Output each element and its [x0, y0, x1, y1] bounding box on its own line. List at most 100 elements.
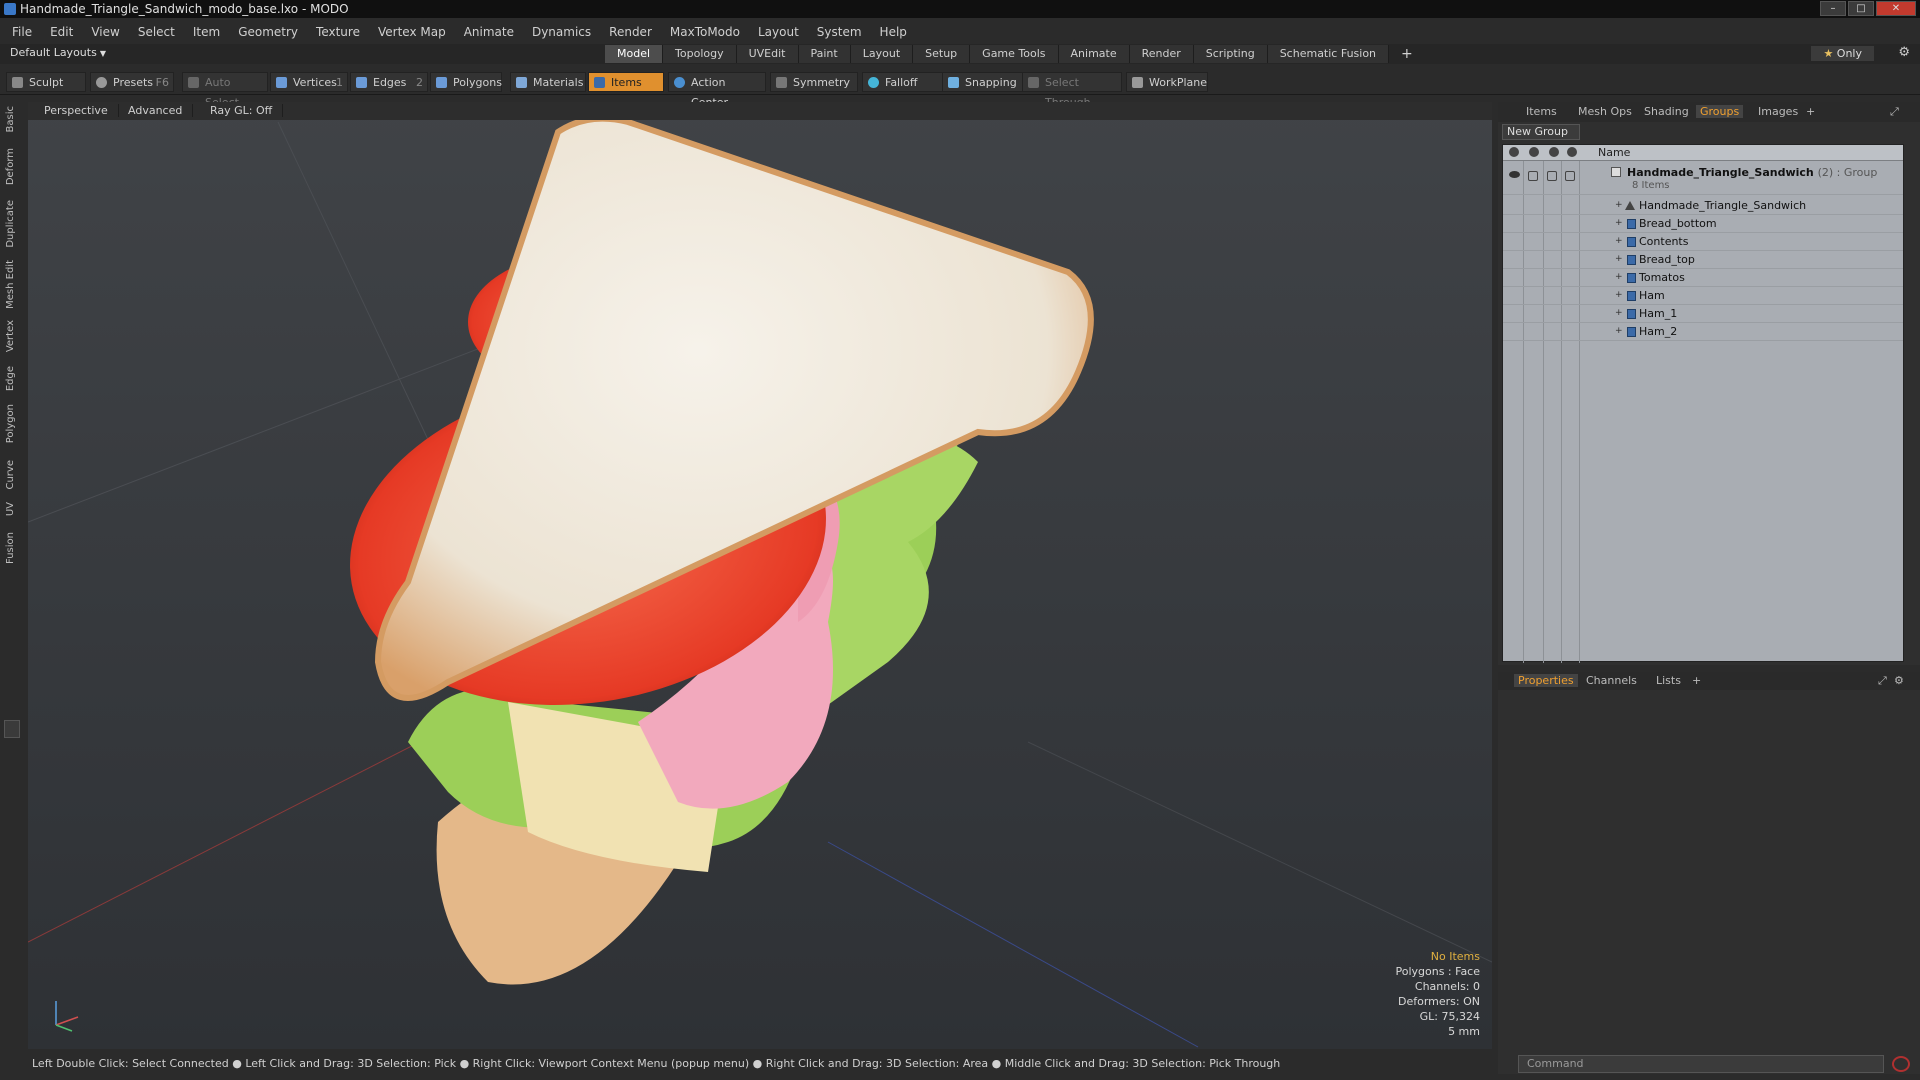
tree-item[interactable]: + Handmade_Triangle_Sandwich — [1503, 197, 1903, 215]
tab-topology[interactable]: Topology — [663, 45, 737, 63]
tab-model[interactable]: Model — [605, 45, 664, 63]
menu-texture[interactable]: Texture — [316, 25, 360, 39]
tree-item[interactable]: + Bread_top — [1503, 251, 1903, 269]
expander-icon[interactable]: + — [1615, 290, 1623, 300]
select-icon[interactable] — [1567, 147, 1577, 157]
vtab-curve[interactable]: Curve — [5, 460, 19, 490]
tab-layout[interactable]: Layout — [850, 45, 914, 63]
items-button[interactable]: Items — [588, 72, 664, 92]
lock-icon[interactable] — [1549, 147, 1559, 157]
command-run-icon[interactable] — [1892, 1056, 1910, 1072]
eye-icon[interactable] — [1509, 171, 1520, 178]
expand-icon[interactable]: ⤢ — [1890, 105, 1899, 119]
gear-icon[interactable]: ⚙ — [1898, 45, 1910, 60]
workplane-button[interactable]: WorkPlane — [1126, 72, 1208, 92]
tree-item[interactable]: + Ham_1 — [1503, 305, 1903, 323]
add-tab-icon[interactable]: + — [1389, 45, 1425, 63]
vtab-polygon[interactable]: Polygon — [5, 404, 19, 443]
vtab-duplicate[interactable]: Duplicate — [5, 200, 19, 248]
vertices-button[interactable]: Vertices 1 — [270, 72, 348, 92]
polygons-button[interactable]: Polygons — [430, 72, 502, 92]
vtab-deform[interactable]: Deform — [5, 148, 19, 185]
shading-dropdown[interactable]: Advanced — [118, 104, 194, 117]
maximize-button[interactable]: □ — [1848, 1, 1874, 16]
menu-edit[interactable]: Edit — [50, 25, 73, 39]
materials-button[interactable]: Materials — [510, 72, 586, 92]
presets-button[interactable]: Presets F6 — [90, 72, 174, 92]
expander-icon[interactable]: + — [1615, 326, 1623, 336]
menu-maxtomodo[interactable]: MaxToModo — [670, 25, 740, 39]
menu-view[interactable]: View — [91, 25, 119, 39]
menu-render[interactable]: Render — [609, 25, 652, 39]
gear-icon[interactable]: ⚙ — [1894, 674, 1904, 687]
tab-images[interactable]: Images — [1758, 105, 1798, 118]
auto-select-button[interactable]: Auto Select — [182, 72, 268, 109]
expand-icon[interactable]: ⤢ — [1878, 674, 1887, 688]
sculpt-button[interactable]: Sculpt — [6, 72, 86, 92]
menu-layout[interactable]: Layout — [758, 25, 799, 39]
vtab-fusion[interactable]: Fusion — [5, 532, 19, 564]
expander-icon[interactable]: + — [1615, 200, 1623, 210]
menu-vertex-map[interactable]: Vertex Map — [378, 25, 446, 39]
tab-uvedit[interactable]: UVEdit — [736, 45, 799, 63]
tree-item[interactable]: + Contents — [1503, 233, 1903, 251]
tab-render[interactable]: Render — [1129, 45, 1194, 63]
vtab-vertex[interactable]: Vertex — [5, 320, 19, 352]
menu-help[interactable]: Help — [880, 25, 907, 39]
tab-groups[interactable]: Groups — [1696, 105, 1744, 118]
vtab-uv[interactable]: UV — [5, 502, 19, 516]
minimize-button[interactable]: – — [1820, 1, 1846, 16]
only-button[interactable]: ★ Only — [1811, 46, 1874, 61]
menu-item[interactable]: Item — [193, 25, 220, 39]
tab-mesh-ops[interactable]: Mesh Ops — [1578, 105, 1632, 118]
add-tab-icon[interactable]: + — [1806, 105, 1815, 118]
tab-game-tools[interactable]: Game Tools — [970, 45, 1059, 63]
tab-scripting[interactable]: Scripting — [1193, 45, 1268, 63]
menu-select[interactable]: Select — [138, 25, 175, 39]
tab-items[interactable]: Items — [1526, 105, 1557, 118]
expander-icon[interactable]: + — [1615, 218, 1623, 228]
render-icon[interactable] — [1529, 147, 1539, 157]
tab-setup[interactable]: Setup — [913, 45, 971, 63]
add-tab-icon[interactable]: + — [1692, 674, 1701, 687]
falloff-button[interactable]: Falloff — [862, 72, 946, 92]
lock-toggle[interactable] — [1547, 171, 1557, 181]
select-through-button[interactable]: Select Through — [1022, 72, 1122, 109]
action-center-button[interactable]: Action Center — [668, 72, 766, 109]
3d-viewport[interactable]: Perspective Advanced Ray GL: Off ✥ ↻ ⌕ ⤢… — [28, 102, 1492, 1049]
tree-item[interactable]: + Bread_bottom — [1503, 215, 1903, 233]
expand-arrow-icon[interactable]: ▸ — [1482, 106, 1492, 120]
menu-system[interactable]: System — [817, 25, 862, 39]
eye-icon[interactable] — [1509, 147, 1519, 157]
raygl-toggle[interactable]: Ray GL: Off — [200, 104, 284, 117]
strip-expand-button[interactable] — [4, 720, 20, 738]
command-input[interactable]: Command — [1518, 1055, 1884, 1073]
close-button[interactable]: ✕ — [1876, 1, 1916, 16]
group-row[interactable]: Handmade_Triangle_Sandwich (2) : Group 8… — [1503, 163, 1903, 195]
select-toggle[interactable] — [1565, 171, 1575, 181]
tab-shading[interactable]: Shading — [1644, 105, 1689, 118]
expander-icon[interactable]: + — [1615, 236, 1623, 246]
layout-selector[interactable]: Default Layouts ▼ — [10, 46, 106, 59]
tab-properties[interactable]: Properties — [1514, 674, 1578, 687]
expander-icon[interactable]: + — [1615, 308, 1623, 318]
render-toggle[interactable] — [1528, 171, 1538, 181]
menu-dynamics[interactable]: Dynamics — [532, 25, 591, 39]
expander-icon[interactable]: + — [1615, 272, 1623, 282]
vtab-mesh-edit[interactable]: Mesh Edit — [5, 260, 19, 309]
view-type-dropdown[interactable]: Perspective — [34, 104, 119, 117]
tab-channels[interactable]: Channels — [1586, 674, 1637, 687]
symmetry-button[interactable]: Symmetry — [770, 72, 858, 92]
tab-animate[interactable]: Animate — [1058, 45, 1130, 63]
menu-geometry[interactable]: Geometry — [238, 25, 298, 39]
menu-animate[interactable]: Animate — [464, 25, 514, 39]
new-group-button[interactable]: New Group — [1502, 124, 1580, 140]
vtab-basic[interactable]: Basic — [5, 106, 19, 132]
tree-item[interactable]: + Tomatos — [1503, 269, 1903, 287]
tab-lists[interactable]: Lists — [1656, 674, 1681, 687]
tab-schematic-fusion[interactable]: Schematic Fusion — [1267, 45, 1390, 63]
tree-item[interactable]: + Ham — [1503, 287, 1903, 305]
vtab-edge[interactable]: Edge — [5, 366, 19, 391]
expander-icon[interactable]: + — [1615, 254, 1623, 264]
snapping-button[interactable]: Snapping — [942, 72, 1024, 92]
